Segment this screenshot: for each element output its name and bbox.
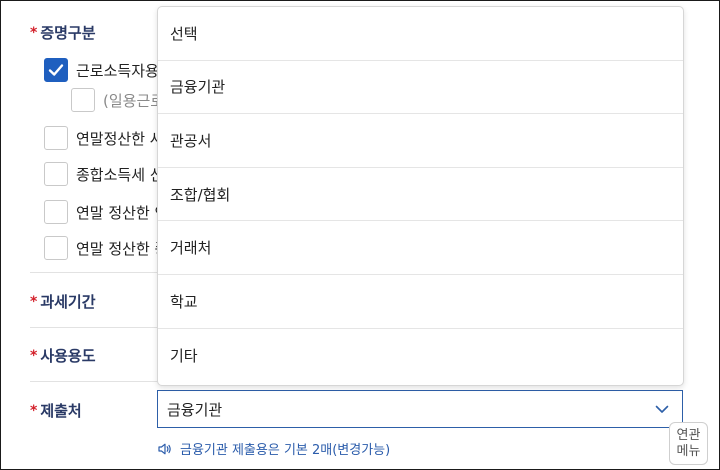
tax-period-text: 과세기간 [40,293,96,311]
checkbox-unchecked[interactable] [44,236,68,260]
dropdown-option-select[interactable]: 선택 [158,7,683,61]
checkbox-label: 연말 정산한 인 [76,203,169,222]
dropdown-option-other[interactable]: 기타 [158,329,683,383]
checkbox-settled-type[interactable]: 연말 정산한 종 [44,236,168,260]
checkbox-label: 연말정산한 사 [76,129,164,148]
tax-period-label: * 과세기간 [30,291,96,312]
purpose-text: 사용용도 [40,347,96,365]
checkbox-daily-worker[interactable]: (일용근로 [71,88,164,112]
submit-to-select[interactable]: 금융기관 [157,390,683,428]
checkbox-checked[interactable] [44,58,68,82]
dropdown-option-client[interactable]: 거래처 [158,221,683,275]
proof-type-label: * 증명구분 [30,22,96,43]
checkbox-label: 종합소득세 신 [76,165,164,184]
submit-to-label: * 제출처 [30,400,82,421]
checkbox-label: 연말 정산한 종 [76,239,169,258]
required-mark: * [30,347,38,364]
checkbox-label: 근로소득자용 [76,61,159,80]
checkbox-label: (일용근로 [103,91,165,110]
submit-to-text: 제출처 [40,402,82,420]
checkbox-unchecked[interactable] [44,126,68,150]
required-mark: * [30,24,38,41]
speaker-icon [158,443,171,454]
select-value: 금융기관 [167,400,223,419]
proof-type-text: 증명구분 [40,24,96,42]
dropdown-option-financial[interactable]: 금융기관 [158,61,683,115]
checkbox-earned-income[interactable]: 근로소득자용 [44,58,159,82]
submit-note: 금융기관 제출용은 기본 2매(변경가능) [158,439,390,458]
submit-note-text: 금융기관 제출용은 기본 2매(변경가능) [180,443,391,458]
chevron-down-icon [655,405,669,413]
related-menu-button[interactable]: 연관 메뉴 [669,422,708,465]
checkbox-unchecked[interactable] [44,200,68,224]
dropdown-option-government[interactable]: 관공서 [158,114,683,168]
check-icon [48,64,64,76]
required-mark: * [30,402,38,419]
checkbox-comprehensive-income[interactable]: 종합소득세 신 [44,162,164,186]
related-menu-line1: 연관 [676,427,701,443]
dropdown-option-school[interactable]: 학교 [158,275,683,329]
checkbox-unchecked[interactable] [71,88,95,112]
checkbox-settled-person[interactable]: 연말 정산한 인 [44,200,168,224]
related-menu-line2: 메뉴 [676,443,701,459]
submit-to-dropdown-list: 선택 금융기관 관공서 조합/협회 거래처 학교 기타 [157,6,684,386]
required-mark: * [30,293,38,310]
purpose-label: * 사용용도 [30,345,96,366]
dropdown-option-association[interactable]: 조합/협회 [158,168,683,222]
checkbox-year-end-settled[interactable]: 연말정산한 사 [44,126,164,150]
checkbox-unchecked[interactable] [44,162,68,186]
